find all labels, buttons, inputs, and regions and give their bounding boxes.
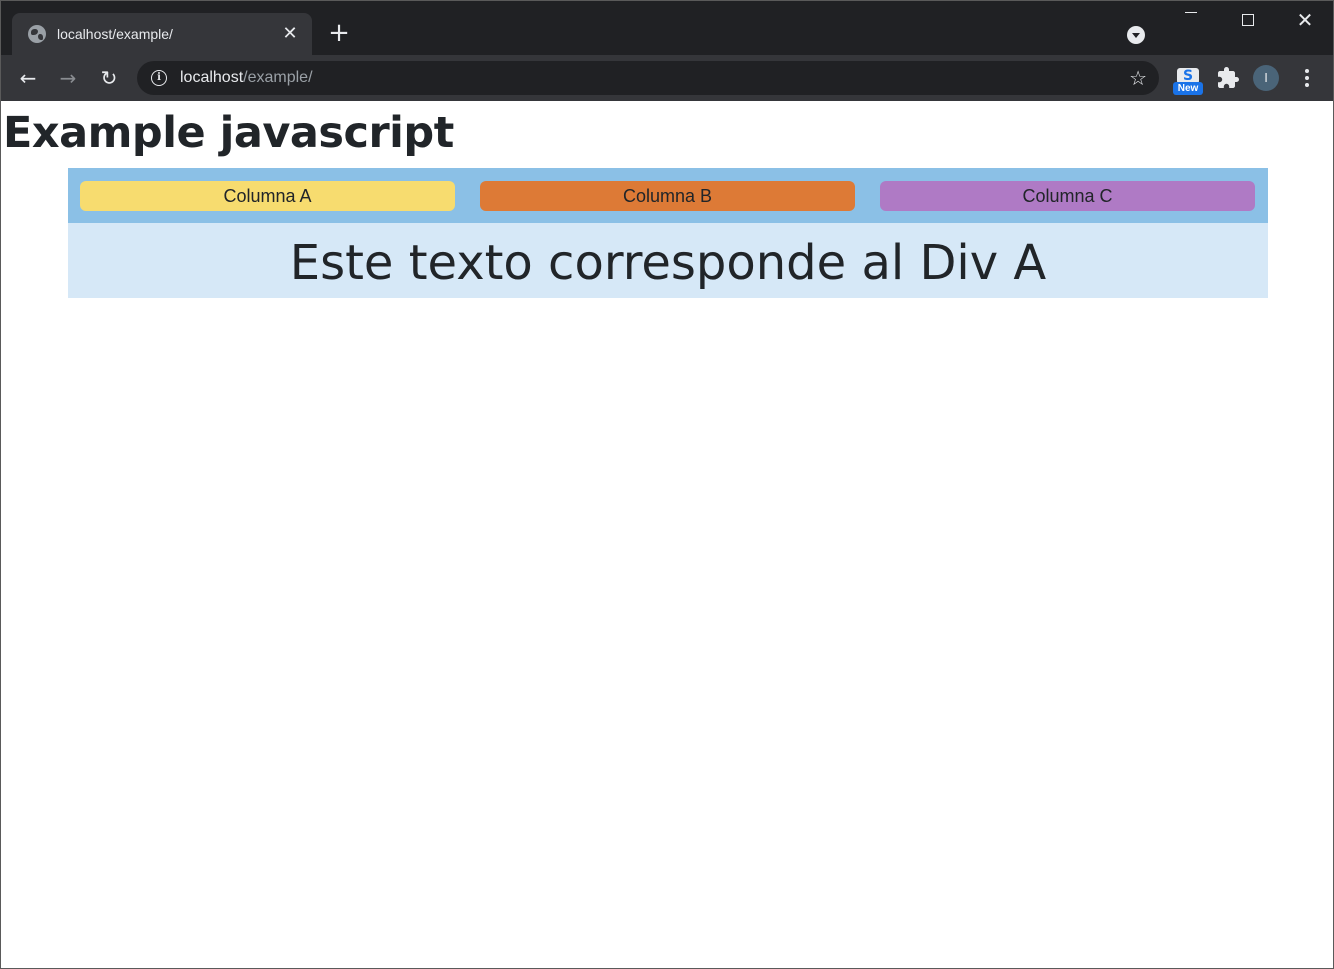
tab-search-icon[interactable] — [1127, 26, 1145, 44]
url-path: /example/ — [243, 69, 313, 86]
browser-menu-icon[interactable] — [1297, 66, 1317, 90]
forward-button[interactable]: → — [56, 66, 80, 90]
extensions-puzzle-icon[interactable] — [1216, 66, 1240, 90]
extension-s-button[interactable]: S New — [1173, 68, 1203, 96]
bookmark-star-icon[interactable]: ☆ — [1129, 66, 1147, 90]
window-close-button[interactable]: ✕ — [1277, 1, 1333, 41]
div-a-content: Este texto corresponde al Div A — [68, 223, 1268, 298]
columns-container: Columna A Columna B Columna C Este texto… — [68, 168, 1268, 298]
column-button-bar: Columna A Columna B Columna C — [68, 168, 1268, 223]
profile-avatar[interactable]: I — [1253, 65, 1279, 91]
url-text[interactable]: localhost/example/ — [180, 69, 313, 87]
column-a-button[interactable]: Columna A — [80, 180, 455, 211]
tab-close-icon[interactable]: ✕ — [280, 24, 300, 44]
info-icon[interactable]: i — [151, 70, 167, 86]
page-content: Example javascript Columna A Columna B C… — [1, 101, 1333, 968]
minimize-button[interactable] — [1163, 1, 1219, 41]
new-tab-button[interactable]: + — [327, 20, 351, 46]
tab-title: localhost/example/ — [57, 26, 173, 42]
minimize-icon — [1185, 11, 1197, 13]
globe-icon — [28, 25, 46, 43]
page-title: Example javascript — [3, 108, 454, 158]
browser-toolbar: ← → ↻ i localhost/example/ ☆ S New I — [1, 55, 1333, 101]
column-b-button[interactable]: Columna B — [480, 180, 855, 211]
column-c-button[interactable]: Columna C — [880, 180, 1255, 211]
maximize-button[interactable] — [1220, 1, 1276, 41]
reload-button[interactable]: ↻ — [97, 66, 121, 90]
tab-strip: localhost/example/ ✕ + ✕ — [1, 1, 1333, 55]
extension-new-badge: New — [1173, 82, 1203, 95]
maximize-icon — [1242, 14, 1254, 26]
tab-localhost-example[interactable]: localhost/example/ ✕ — [12, 13, 312, 55]
browser-window: localhost/example/ ✕ + ✕ ← → ↻ i localho… — [0, 0, 1334, 969]
url-host: localhost — [180, 69, 244, 86]
window-close-icon: ✕ — [1296, 8, 1314, 32]
address-bar[interactable]: i localhost/example/ ☆ — [137, 61, 1159, 95]
back-button[interactable]: ← — [16, 66, 40, 90]
